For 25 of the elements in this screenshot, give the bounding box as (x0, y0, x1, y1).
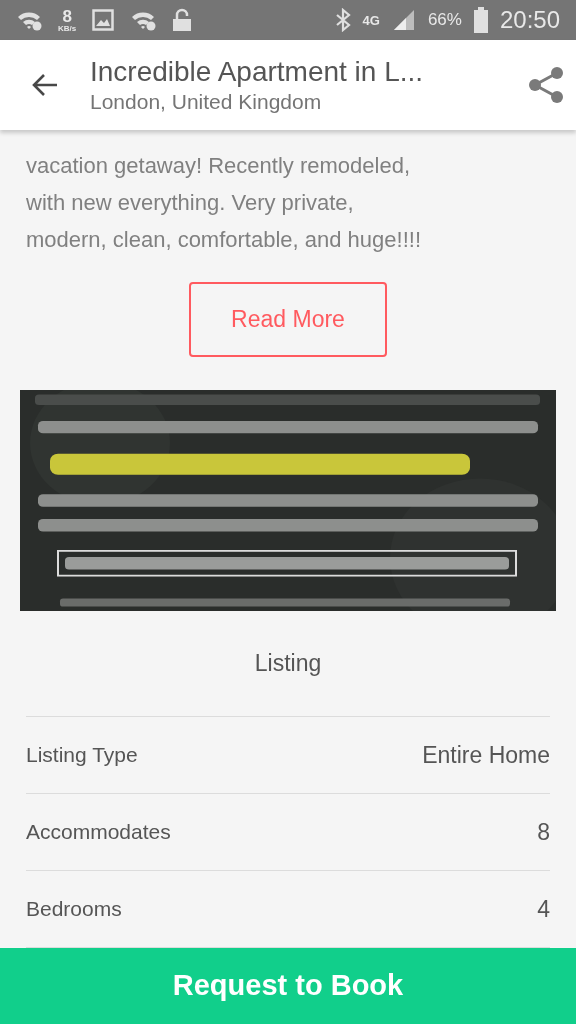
read-more-button[interactable]: Read More (189, 282, 387, 357)
clock-time: 20:50 (499, 5, 560, 35)
speed-unit: KB/s (58, 24, 77, 33)
lock-icon (172, 8, 193, 32)
listing-title: Incredible Apartment in L... (90, 55, 425, 90)
speed-value: 8 (62, 7, 72, 25)
image-icon (92, 9, 115, 31)
description-line: vacation getaway! Recently remodeled, (26, 152, 411, 180)
row-label: Accommodates (26, 819, 171, 846)
row-value: 4 (537, 894, 550, 924)
network-type: 4G (362, 13, 380, 27)
row-value: Entire Home (422, 740, 550, 770)
battery-icon (473, 7, 488, 33)
listing-location: London, United Kingdom (90, 89, 323, 116)
request-to-book-button[interactable]: Request to Book (0, 948, 576, 1024)
bluetooth-icon (334, 8, 351, 32)
battery-percent: 66% (427, 9, 462, 32)
share-icon (527, 66, 565, 104)
row-label: Listing Type (26, 742, 138, 769)
section-heading: Listing (26, 611, 550, 717)
row-value: 8 (537, 817, 550, 847)
back-arrow-icon (31, 73, 59, 97)
row-label: Bedrooms (26, 896, 122, 923)
description-line: with new everything. Very private, (26, 189, 355, 217)
description-line: modern, clean, comfortable, and huge!!!! (26, 226, 422, 254)
